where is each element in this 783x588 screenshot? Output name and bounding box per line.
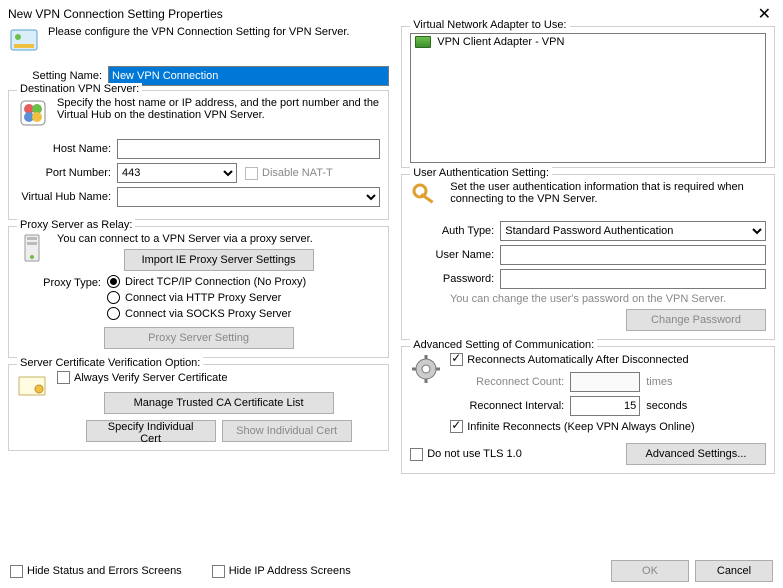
proxy-icon — [17, 233, 49, 265]
disable-nat-checkbox: Disable NAT-T — [245, 167, 333, 180]
adapter-list-item[interactable]: VPN Client Adapter - VPN — [411, 34, 765, 50]
password-input[interactable] — [500, 269, 766, 289]
reconnect-count-unit: times — [646, 376, 672, 388]
password-label: Password: — [410, 273, 500, 285]
window-title: New VPN Connection Setting Properties — [8, 7, 223, 21]
auth-type-label: Auth Type: — [410, 225, 500, 237]
setting-name-input[interactable] — [108, 66, 389, 86]
virtual-hub-label: Virtual Hub Name: — [17, 191, 117, 203]
reconnect-interval-input[interactable] — [570, 396, 640, 416]
certificate-icon — [17, 371, 49, 403]
proxy-desc: You can connect to a VPN Server via a pr… — [57, 233, 380, 245]
always-verify-checkbox[interactable]: Always Verify Server Certificate — [57, 371, 380, 384]
import-ie-proxy-button[interactable]: Import IE Proxy Server Settings — [124, 249, 314, 271]
proxy-server-setting-button: Proxy Server Setting — [104, 327, 294, 349]
proxy-http-radio[interactable]: Connect via HTTP Proxy Server — [107, 291, 306, 304]
port-number-select[interactable]: 443 — [117, 163, 237, 183]
intro-text: Please configure the VPN Connection Sett… — [48, 26, 349, 38]
auth-legend: User Authentication Setting: — [410, 167, 552, 179]
virtual-hub-select[interactable] — [117, 187, 380, 207]
destination-desc: Specify the host name or IP address, and… — [57, 97, 380, 121]
password-hint: You can change the user's password on th… — [410, 293, 766, 305]
hide-ip-checkbox[interactable]: Hide IP Address Screens — [212, 565, 351, 578]
host-name-input[interactable] — [117, 139, 380, 159]
server-icon — [17, 97, 49, 129]
user-name-input[interactable] — [500, 245, 766, 265]
specify-cert-button[interactable]: Specify Individual Cert — [86, 420, 216, 442]
cancel-button[interactable]: Cancel — [695, 560, 773, 582]
hide-status-checkbox[interactable]: Hide Status and Errors Screens — [10, 565, 182, 578]
proxy-group: Proxy Server as Relay: You can connect t… — [8, 226, 389, 358]
keys-icon — [410, 181, 442, 213]
adapter-group: Virtual Network Adapter to Use: VPN Clie… — [401, 26, 775, 168]
adapter-listbox[interactable]: VPN Client Adapter - VPN — [410, 33, 766, 163]
auth-desc: Set the user authentication information … — [450, 181, 766, 205]
reconnect-count-label: Reconnect Count: — [450, 376, 570, 388]
no-tls-checkbox[interactable]: Do not use TLS 1.0 — [410, 448, 522, 461]
show-cert-button: Show Individual Cert — [222, 420, 352, 442]
advanced-legend: Advanced Setting of Communication: — [410, 339, 597, 351]
cert-group: Server Certificate Verification Option: … — [8, 364, 389, 451]
change-password-button: Change Password — [626, 309, 766, 331]
user-name-label: User Name: — [410, 249, 500, 261]
reconnect-count-input — [570, 372, 640, 392]
host-name-label: Host Name: — [17, 143, 117, 155]
proxy-legend: Proxy Server as Relay: — [17, 219, 135, 231]
auth-type-select[interactable]: Standard Password Authentication — [500, 221, 766, 241]
destination-group: Destination VPN Server: Specify the host… — [8, 90, 389, 220]
proxy-direct-radio[interactable]: Direct TCP/IP Connection (No Proxy) — [107, 275, 306, 288]
destination-legend: Destination VPN Server: — [17, 83, 142, 95]
cert-legend: Server Certificate Verification Option: — [17, 357, 203, 369]
close-icon[interactable]: ✕ — [754, 4, 775, 24]
vpn-icon — [8, 26, 40, 58]
infinite-reconnect-checkbox[interactable]: Infinite Reconnects (Keep VPN Always Onl… — [450, 420, 766, 433]
reconnect-auto-checkbox[interactable]: Reconnects Automatically After Disconnec… — [450, 353, 766, 366]
advanced-group: Advanced Setting of Communication: Recon… — [401, 346, 775, 474]
reconnect-interval-unit: seconds — [646, 400, 687, 412]
manage-ca-button[interactable]: Manage Trusted CA Certificate List — [104, 392, 334, 414]
proxy-type-label: Proxy Type: — [17, 275, 107, 289]
ok-button: OK — [611, 560, 689, 582]
reconnect-interval-label: Reconnect Interval: — [450, 400, 570, 412]
auth-group: User Authentication Setting: Set the use… — [401, 174, 775, 340]
setting-name-label: Setting Name: — [8, 70, 108, 82]
nic-icon — [415, 36, 431, 48]
advanced-settings-button[interactable]: Advanced Settings... — [626, 443, 766, 465]
adapter-legend: Virtual Network Adapter to Use: — [410, 19, 569, 31]
port-number-label: Port Number: — [17, 167, 117, 179]
gear-icon — [410, 353, 442, 385]
proxy-socks-radio[interactable]: Connect via SOCKS Proxy Server — [107, 307, 306, 320]
